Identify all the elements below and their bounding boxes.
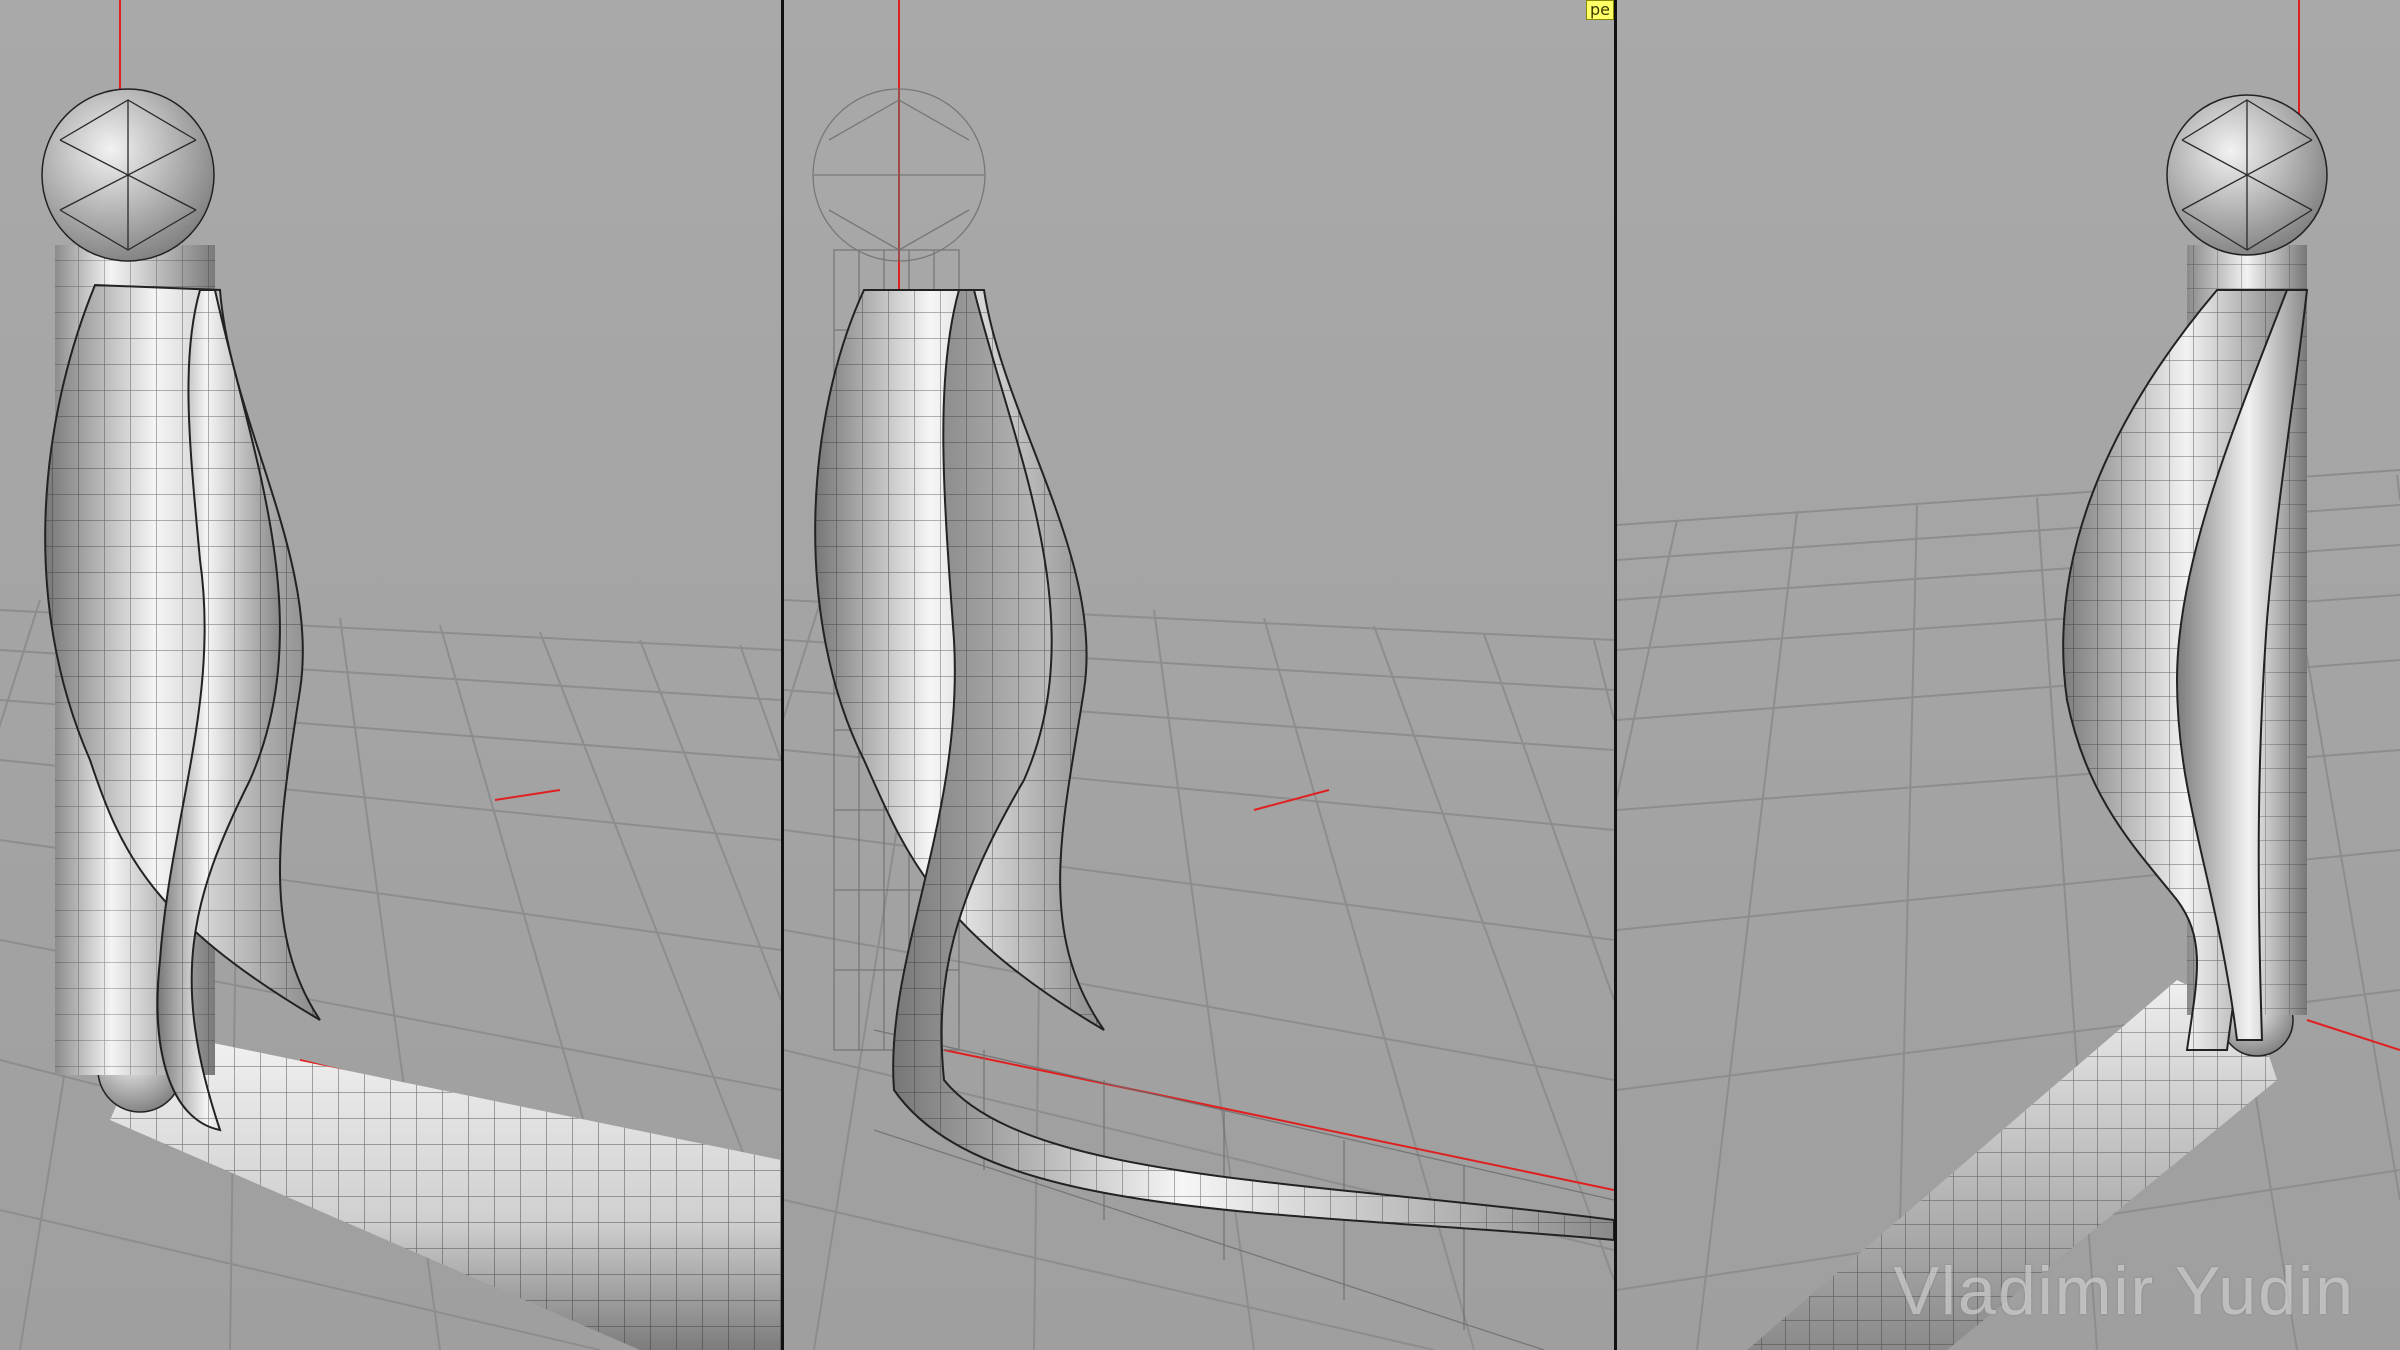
- viewport-left[interactable]: [0, 0, 781, 1350]
- viewport-center[interactable]: pe: [784, 0, 1614, 1350]
- shoulder-joint: [41, 88, 215, 262]
- watermark: Vladimir Yudin: [1893, 1253, 2355, 1329]
- forearm-mesh: [110, 1030, 781, 1350]
- muscle-mesh: [814, 289, 1614, 1242]
- viewport-left-scene: [0, 0, 781, 1350]
- shoulder-joint: [2166, 94, 2328, 256]
- viewport-right[interactable]: Vladimir Yudin: [1617, 0, 2400, 1350]
- viewport-right-scene: [1617, 0, 2400, 1350]
- camera-label[interactable]: pe: [1586, 0, 1614, 20]
- viewport-center-scene: [784, 0, 1614, 1350]
- viewport-layout: pe Vladimir Yudin: [0, 0, 2400, 1350]
